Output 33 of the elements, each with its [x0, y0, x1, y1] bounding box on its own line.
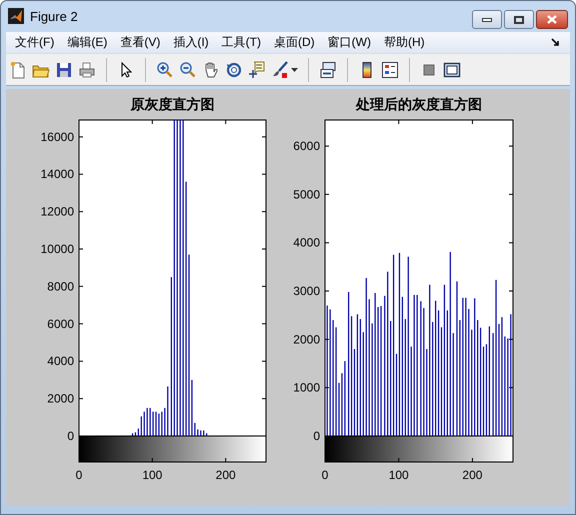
- axis-tick-label: 200: [462, 468, 482, 482]
- axis-tick-label: 0: [322, 468, 328, 482]
- menu-item[interactable]: 桌面(D): [274, 34, 315, 51]
- axis-tick-label: 12000: [40, 204, 74, 219]
- axis-tick-label: 14000: [40, 167, 74, 182]
- menu-item[interactable]: 帮助(H): [384, 34, 425, 51]
- menu-item[interactable]: 编辑(E): [67, 34, 108, 51]
- menu-item[interactable]: 文件(F): [15, 34, 54, 51]
- axis-tick-label: 0: [313, 429, 320, 443]
- axis-tick-label: 4000: [47, 354, 74, 368]
- axis-tick-label: 5000: [293, 187, 320, 202]
- axis-tick-label: 100: [388, 468, 409, 482]
- menu-item[interactable]: 查看(V): [120, 34, 160, 51]
- axis-tick-label: 6000: [293, 139, 320, 154]
- axis-tick-label: 200: [216, 468, 236, 482]
- axis-tick-label: 8000: [47, 279, 74, 294]
- axis-tick-label: 0: [76, 468, 82, 482]
- axis-tick-label: 2000: [47, 392, 74, 406]
- window-title: Figure 2: [30, 8, 78, 24]
- menu-item[interactable]: 工具(T): [222, 34, 261, 51]
- axis-tick-label: 2000: [293, 332, 320, 346]
- axis-tick-label: 0: [67, 429, 74, 443]
- axis-tick-label: 10000: [40, 242, 74, 256]
- chart-title: 处理后的灰度直方图: [356, 96, 482, 112]
- axis-tick-label: 6000: [47, 316, 74, 331]
- axis-tick-label: 1000: [293, 380, 320, 395]
- chart-title: 原灰度直方图: [130, 96, 214, 112]
- axis-tick-label: 3000: [293, 284, 320, 298]
- axis-tick-label: 4000: [293, 236, 320, 250]
- axis-tick-label: 100: [142, 468, 162, 482]
- axis-tick-label: 16000: [40, 130, 74, 144]
- menu-item[interactable]: 插入(I): [173, 34, 209, 51]
- menu-item[interactable]: 窗口(W): [328, 34, 371, 51]
